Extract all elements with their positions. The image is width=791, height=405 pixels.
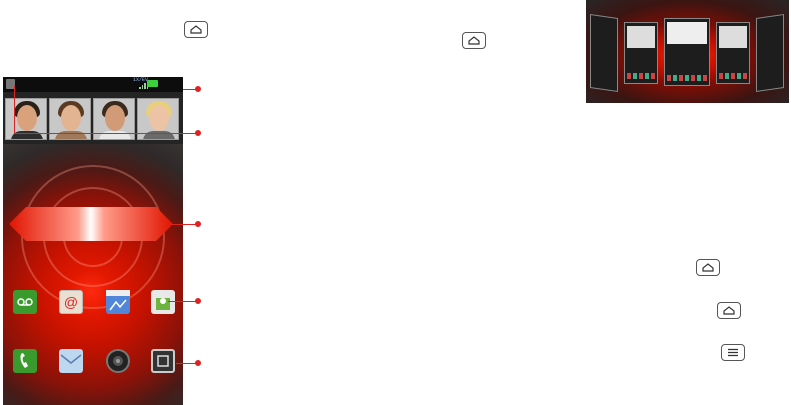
home-key-icon: [696, 259, 720, 276]
callout-dot: [195, 360, 201, 366]
home-key-icon: [462, 32, 486, 49]
status-bar: 1X/EV: [3, 77, 183, 92]
home-key-icon: [717, 302, 741, 319]
svg-text:@: @: [64, 294, 78, 310]
market-icon[interactable]: [151, 290, 175, 314]
battery-icon: [147, 80, 158, 87]
email-icon[interactable]: @: [59, 290, 83, 314]
maps-icon[interactable]: [106, 290, 130, 314]
phone-icon[interactable]: [13, 349, 37, 373]
home-screen-panel: [624, 22, 658, 84]
contacts-widget: [3, 92, 183, 144]
phone-home-screen: 1X/EV @: [3, 77, 183, 405]
home-screen-panel: [756, 14, 784, 92]
home-screens-overview: [586, 0, 789, 103]
callout-dot: [195, 130, 201, 136]
home-key-icon: [184, 21, 208, 38]
callout-line-widget-vertical: [14, 86, 15, 133]
camera-icon[interactable]: [106, 349, 130, 373]
home-screen-panel: [716, 22, 750, 84]
callout-dot: [195, 298, 201, 304]
app-row: @: [3, 290, 183, 320]
callout-dot: [195, 86, 201, 92]
callout-dot: [195, 221, 201, 227]
home-screen-panel: [664, 18, 710, 86]
menu-key-icon: [721, 344, 745, 361]
widget-banner: [9, 207, 173, 241]
messaging-icon[interactable]: [59, 349, 83, 373]
dock: [3, 349, 183, 379]
home-screen-panel: [590, 14, 618, 92]
voicemail-icon[interactable]: [13, 290, 37, 314]
launcher-icon[interactable]: [151, 349, 175, 373]
callout-line-widget: [14, 133, 199, 134]
